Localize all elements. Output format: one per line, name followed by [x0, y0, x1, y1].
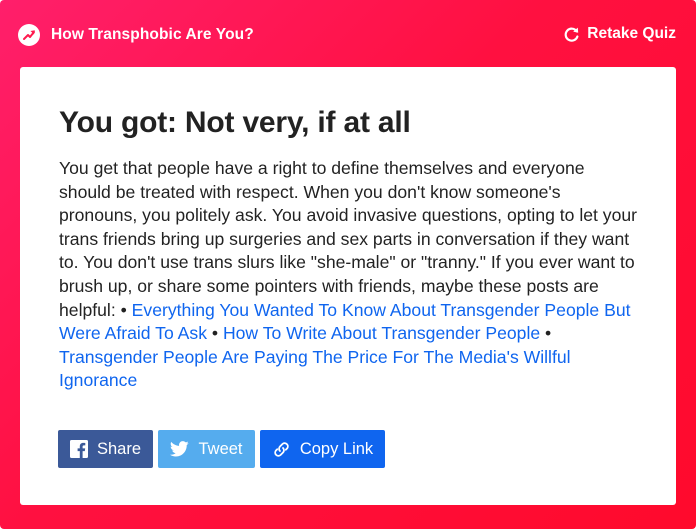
quiz-header: How Transphobic Are You? Retake Quiz [0, 0, 696, 70]
copy-link-label: Copy Link [299, 439, 374, 458]
trending-arrow-icon [18, 24, 40, 46]
result-title: You got: Not very, if at all [59, 106, 411, 139]
retake-quiz-label: Retake Quiz [587, 25, 676, 42]
result-card: You got: Not very, if at all You get tha… [20, 67, 676, 505]
quiz-title: How Transphobic Are You? [51, 26, 254, 43]
bullet-separator: • [207, 323, 223, 344]
chain-link-icon [272, 440, 291, 459]
retake-quiz-button[interactable]: Retake Quiz [562, 25, 676, 43]
quiz-title-group: How Transphobic Are You? [18, 24, 254, 46]
share-buttons: Share Tweet Copy Link [58, 430, 390, 468]
quiz-result-panel: How Transphobic Are You? Retake Quiz You… [0, 0, 696, 529]
copy-link-button[interactable]: Copy Link [260, 430, 385, 468]
link-how-to-write-about-transgender-people[interactable]: How To Write About Transgender People [223, 323, 540, 343]
link-transgender-people-paying-the-price[interactable]: Transgender People Are Paying The Price … [59, 347, 571, 391]
refresh-icon [562, 25, 580, 43]
result-description: You get that people have a right to defi… [59, 157, 638, 393]
facebook-share-label: Share [96, 439, 142, 458]
bullet-separator: • [540, 323, 552, 344]
facebook-share-button[interactable]: Share [58, 430, 153, 468]
bullet-separator: • [115, 299, 132, 320]
twitter-bird-icon [170, 441, 190, 457]
twitter-tweet-button[interactable]: Tweet [158, 430, 255, 468]
twitter-tweet-label: Tweet [198, 439, 243, 458]
result-description-text: You get that people have a right to defi… [59, 158, 638, 320]
facebook-icon [69, 440, 88, 458]
